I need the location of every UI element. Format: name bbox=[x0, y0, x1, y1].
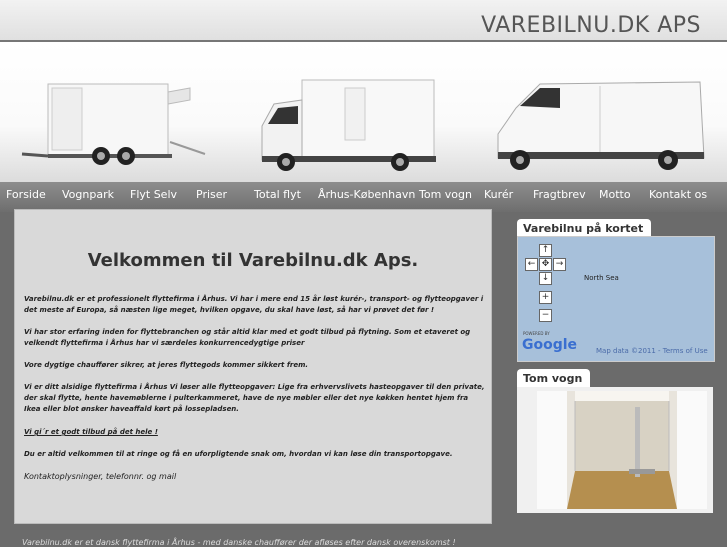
page-heading: Velkommen til Varebilnu.dk Aps. bbox=[87, 250, 419, 271]
drivers-paragraph: Vore dygtige chauffører sikrer, at jeres… bbox=[24, 361, 309, 369]
box-trailer-image bbox=[21, 83, 206, 165]
panel-van-image bbox=[497, 81, 705, 170]
nav-item-flyt-selv[interactable]: Flyt Selv bbox=[130, 188, 177, 201]
main-content: Velkommen til Varebilnu.dk Aps. Varebiln… bbox=[14, 209, 492, 524]
call-paragraph: Du er altid velkommen til at ringe og få… bbox=[24, 450, 453, 458]
fleet-banner bbox=[0, 42, 727, 182]
nav-item-motto[interactable]: Motto bbox=[599, 188, 631, 201]
nav-item-fragtbrev[interactable]: Fragtbrev bbox=[533, 188, 586, 201]
pan-center-icon[interactable]: ✥ bbox=[539, 258, 552, 271]
offer-link[interactable]: Vi gi´r et godt tilbud på det hele ! bbox=[24, 427, 486, 438]
pan-up-icon[interactable]: ↑ bbox=[539, 244, 552, 257]
services-paragraph: Vi er ditt alsidige flyttefirma i Århus … bbox=[24, 383, 485, 413]
nav-item-kontakt-os[interactable]: Kontakt os bbox=[649, 188, 707, 201]
nav-item-kurer[interactable]: Kurér bbox=[484, 188, 513, 201]
pan-down-icon[interactable]: ↓ bbox=[539, 272, 552, 285]
map-sea-label: North Sea bbox=[584, 274, 619, 282]
nav-item-tom-vogn[interactable]: Tom vogn bbox=[419, 188, 472, 201]
pan-right-icon[interactable]: → bbox=[553, 258, 566, 271]
map-widget[interactable]: ↑ ← ✥ → ↓ + − North Sea POWERED BY Googl… bbox=[517, 236, 715, 362]
map-data-terms[interactable]: Map data ©2011 - Terms of Use bbox=[596, 347, 708, 355]
experience-paragraph: Vi har stor erfaring inden for flyttebra… bbox=[24, 328, 471, 347]
intro-paragraph: Varebilnu.dk er et professionelt flyttef… bbox=[24, 295, 484, 314]
site-header: VAREBILNU.DK APS bbox=[0, 0, 727, 42]
map-widget-title: Varebilnu på kortet bbox=[517, 219, 652, 237]
empty-van-photo[interactable] bbox=[517, 387, 713, 513]
nav-item-arhus-kobenhavn[interactable]: Århus-København bbox=[318, 188, 415, 201]
footer-text: Varebilnu.dk er et dansk flyttefirma i Å… bbox=[22, 538, 456, 547]
zoom-out-icon[interactable]: − bbox=[539, 309, 552, 322]
site-title[interactable]: VAREBILNU.DK APS bbox=[481, 13, 701, 38]
sidebar: Varebilnu på kortet ↑ ← ✥ → ↓ + − North … bbox=[503, 212, 723, 522]
pan-left-icon[interactable]: ← bbox=[525, 258, 538, 271]
fleet-illustration bbox=[21, 79, 705, 171]
zoom-in-icon[interactable]: + bbox=[539, 291, 552, 304]
nav-item-priser[interactable]: Priser bbox=[196, 188, 227, 201]
van-cargo-illustration bbox=[537, 391, 707, 509]
main-nav: Forside Vognpark Flyt Selv Priser Total … bbox=[0, 182, 727, 212]
nav-item-forside[interactable]: Forside bbox=[6, 188, 46, 201]
nav-item-vognpark[interactable]: Vognpark bbox=[62, 188, 114, 201]
nav-item-total-flyt[interactable]: Total flyt bbox=[254, 188, 301, 201]
map-powered-by: POWERED BY bbox=[523, 331, 550, 336]
photo-widget-title: Tom vogn bbox=[517, 369, 591, 387]
box-truck-image bbox=[261, 79, 436, 171]
contact-info-text[interactable]: Kontaktoplysninger, telefonnr. og mail bbox=[24, 471, 486, 482]
google-logo[interactable]: Google bbox=[522, 337, 577, 353]
